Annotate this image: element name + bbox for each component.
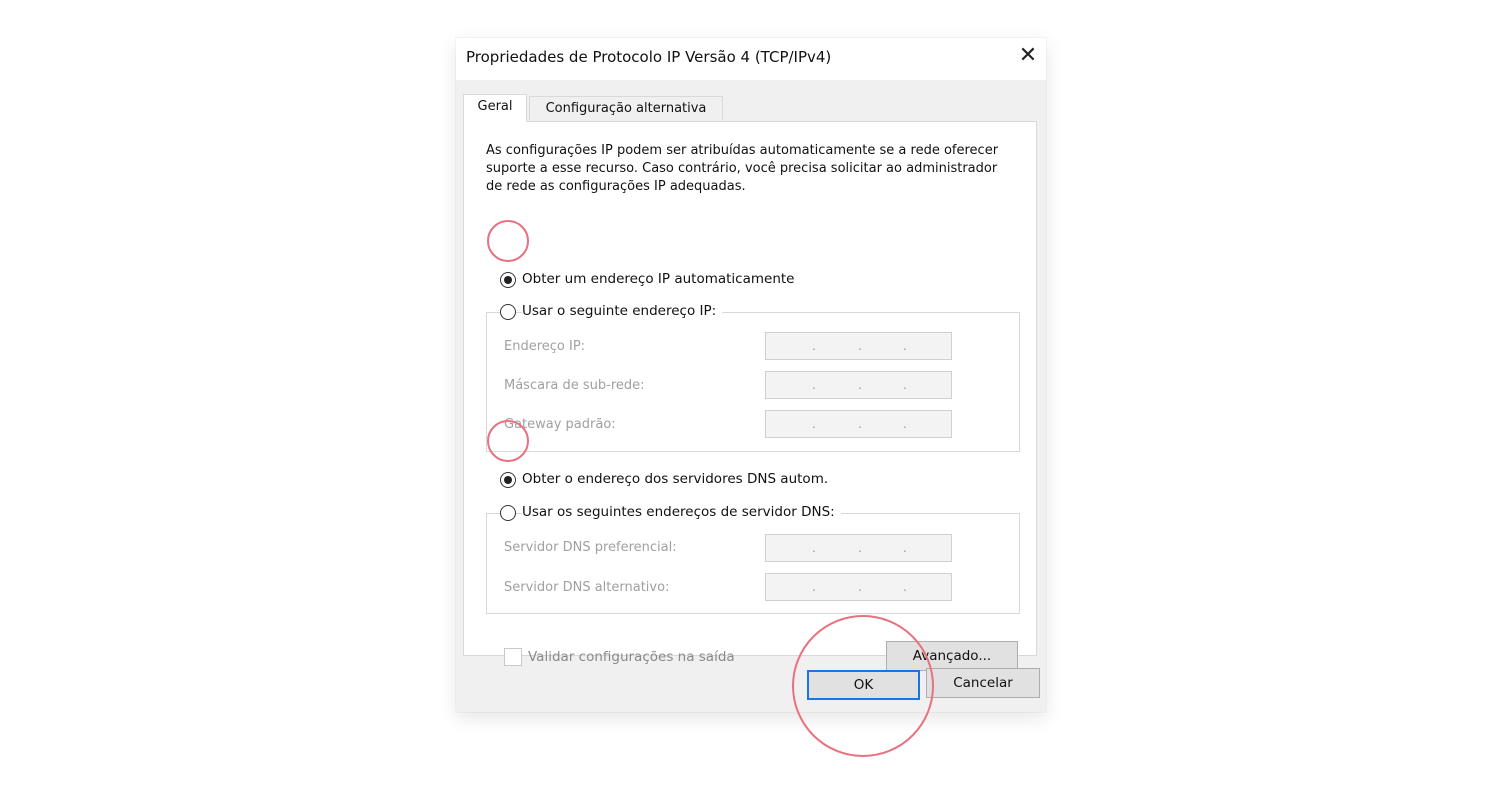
ok-button[interactable]: OK (807, 670, 920, 700)
radio-dns-auto[interactable] (500, 472, 516, 488)
description-text: As configurações IP podem ser atribuídas… (486, 143, 999, 194)
close-icon[interactable]: ✕ (1016, 45, 1040, 69)
general-tab-panel: As configurações IP podem ser atribuídas… (463, 121, 1037, 671)
preferred-dns-input[interactable]: ... (765, 534, 952, 562)
validate-label: Validar configurações na saída (528, 649, 735, 665)
radio-ip-manual[interactable] (500, 304, 516, 320)
radio-dns-manual[interactable] (500, 505, 516, 521)
radio-ip-manual-label: Usar o seguinte endereço IP: (522, 303, 723, 319)
radio-ip-auto-label: Obter um endereço IP automaticamente (522, 271, 801, 287)
ip-address-label: Endereço IP: (504, 339, 586, 354)
dialog-title: Propriedades de Protocolo IP Versão 4 (T… (466, 48, 832, 66)
radio-dns-auto-label: Obter o endereço dos servidores DNS auto… (522, 471, 835, 487)
default-gateway-label: Gateway padrão: (504, 417, 616, 432)
alternate-dns-input[interactable]: ... (765, 573, 952, 601)
cancel-button[interactable]: Cancelar (926, 668, 1040, 698)
subnet-mask-label: Máscara de sub-rede: (504, 378, 645, 393)
radio-dns-manual-label: Usar os seguintes endereços de servidor … (522, 504, 841, 520)
validate-checkbox[interactable] (504, 648, 522, 666)
advanced-button[interactable]: Avançado... (886, 641, 1018, 671)
ipv4-properties-dialog: Propriedades de Protocolo IP Versão 4 (T… (456, 38, 1046, 712)
subnet-mask-input[interactable]: ... (765, 371, 952, 399)
preferred-dns-label: Servidor DNS preferencial: (504, 540, 677, 555)
ip-address-input[interactable]: ... (765, 332, 952, 360)
radio-ip-auto[interactable] (500, 272, 516, 288)
alternate-dns-label: Servidor DNS alternativo: (504, 580, 670, 595)
tab-geral[interactable]: Geral (463, 94, 527, 122)
default-gateway-input[interactable]: ... (765, 410, 952, 438)
tab-configuracao-alternativa[interactable]: Configuração alternativa (529, 96, 723, 120)
title-bar: Propriedades de Protocolo IP Versão 4 (T… (456, 38, 1046, 80)
